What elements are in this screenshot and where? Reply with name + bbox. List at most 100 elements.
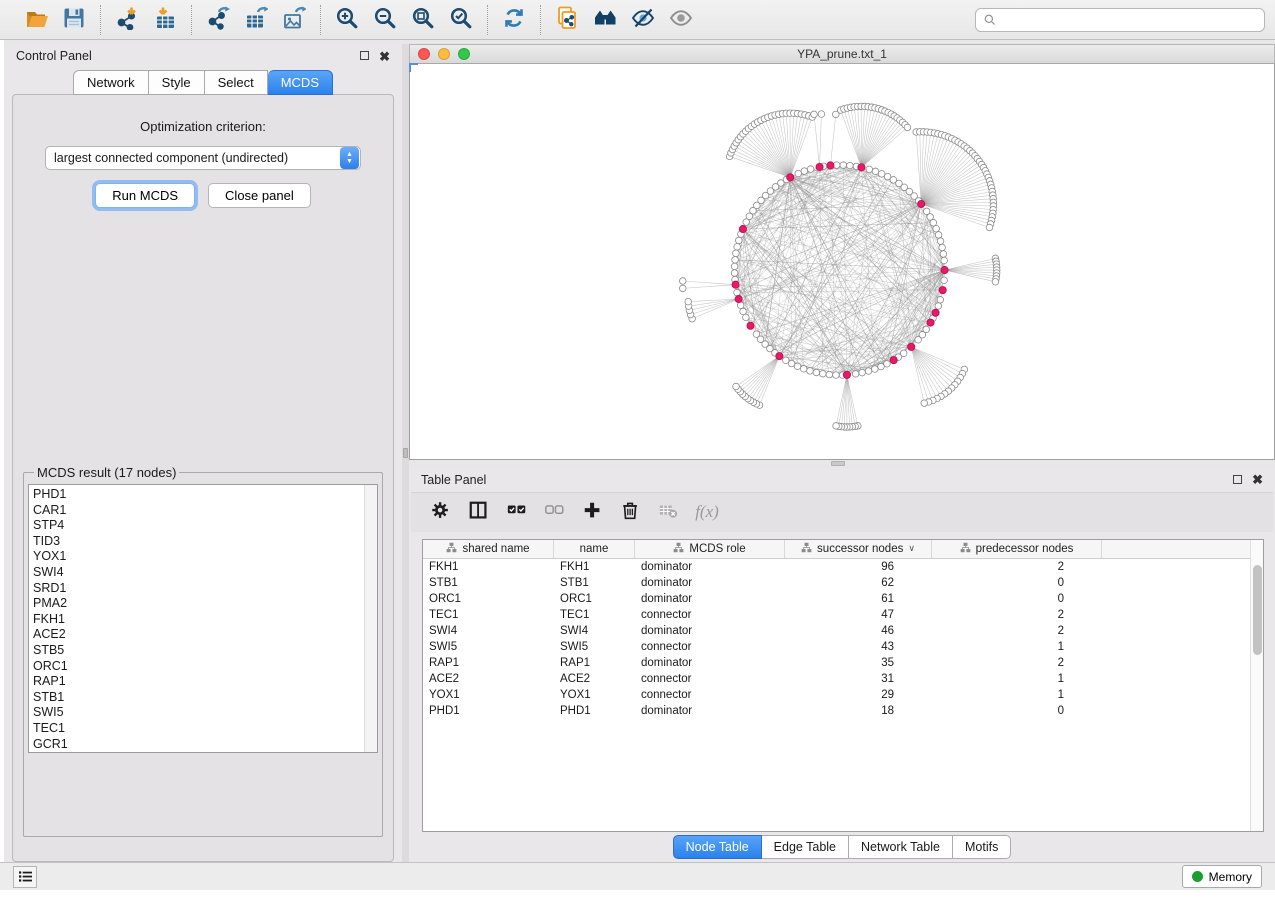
cell-predecessor-nodes[interactable]: 1 [932,689,1102,701]
cell-name[interactable]: STB1 [554,577,635,589]
import-network-button[interactable] [110,5,144,35]
cell-MCDS-role[interactable]: dominator [635,625,785,637]
network-node[interactable] [685,298,692,305]
zoom-fit-button[interactable] [406,5,440,35]
network-node[interactable] [811,111,818,118]
network-node[interactable] [872,168,879,175]
network-node[interactable] [941,277,948,284]
sort-menu-icon[interactable]: ∨ [908,543,915,554]
tab-edge-table[interactable]: Edge Table [762,835,849,859]
mcds-hub-node[interactable] [858,164,865,171]
vertical-splitter[interactable] [402,44,409,862]
network-node[interactable] [915,337,922,344]
network-node[interactable] [833,423,840,430]
mcds-result-list[interactable]: PHD1CAR1STP4TID3YOX1SWI4SRD1PMA2FKH1ACE2… [28,484,378,753]
network-node[interactable] [930,219,937,226]
network-node[interactable] [733,383,740,390]
mcds-result-item[interactable]: SWI5 [33,705,364,721]
tab-node-table[interactable]: Node Table [673,835,762,859]
cell-MCDS-role[interactable]: dominator [635,561,785,573]
network-node[interactable] [884,361,891,368]
table-row[interactable]: ORC1ORC1dominator610 [423,591,1250,607]
cell-name[interactable]: SWI5 [554,641,635,653]
network-node[interactable] [801,168,808,175]
cell-successor-nodes[interactable]: 96 [785,561,932,573]
tab-select[interactable]: Select [205,70,268,95]
cell-predecessor-nodes[interactable]: 2 [932,609,1102,621]
cell-successor-nodes[interactable]: 46 [785,625,932,637]
close-panel-icon[interactable]: ✖ [1252,473,1263,486]
network-node[interactable] [872,366,879,373]
cell-predecessor-nodes[interactable]: 2 [932,625,1102,637]
network-node[interactable] [933,225,940,232]
cell-shared-name[interactable]: PHD1 [423,705,554,717]
float-panel-icon[interactable] [360,50,369,62]
network-node[interactable] [847,162,854,169]
network-node[interactable] [732,257,739,264]
cell-predecessor-nodes[interactable]: 0 [932,577,1102,589]
network-node[interactable] [818,111,825,118]
mcds-result-item[interactable]: PHD1 [33,487,364,503]
network-node[interactable] [921,400,928,407]
cell-name[interactable]: FKH1 [554,561,635,573]
table-row[interactable]: PHD1PHD1dominator180 [423,703,1250,719]
network-node[interactable] [679,285,686,292]
mcds-result-item[interactable]: GCR1 [33,737,364,753]
mcds-hub-node[interactable] [941,266,948,273]
network-node[interactable] [840,162,847,169]
export-image-button[interactable] [277,5,311,35]
cell-MCDS-role[interactable]: dominator [635,705,785,717]
network-node[interactable] [986,224,993,231]
zoom-selected-button[interactable] [444,5,478,35]
cell-MCDS-role[interactable]: connector [635,673,785,685]
network-node[interactable] [743,314,750,321]
network-node[interactable] [783,357,790,364]
cell-shared-name[interactable]: STB1 [423,577,554,589]
cell-predecessor-nodes[interactable]: 0 [932,705,1102,717]
clone-network-button[interactable] [550,5,584,35]
network-node[interactable] [852,371,859,378]
horizontal-splitter[interactable] [409,460,1275,468]
network-node[interactable] [878,363,885,370]
delete-column-button[interactable] [615,496,647,528]
cell-successor-nodes[interactable]: 31 [785,673,932,685]
table-row[interactable]: YOX1YOX1connector291 [423,687,1250,703]
mcds-result-item[interactable]: PMA2 [33,596,364,612]
scrollbar-thumb[interactable] [1253,565,1262,655]
mcds-result-item[interactable]: STB1 [33,690,364,706]
table-row[interactable]: TEC1TEC1connector472 [423,607,1250,623]
network-node[interactable] [734,244,741,251]
column-header-MCDS-role[interactable]: MCDS role [635,540,785,558]
tab-motifs[interactable]: Motifs [953,835,1011,859]
cell-name[interactable]: TEC1 [554,609,635,621]
cell-MCDS-role[interactable]: dominator [635,657,785,669]
cell-MCDS-role[interactable]: connector [635,609,785,621]
tab-style[interactable]: Style [149,70,205,95]
table-settings-button[interactable] [425,496,457,528]
network-node[interactable] [859,369,866,376]
cell-MCDS-role[interactable]: dominator [635,593,785,605]
mcds-result-item[interactable]: ACE2 [33,627,364,643]
mcds-result-item[interactable]: YOX1 [33,549,364,565]
import-table-button[interactable] [148,5,182,35]
splitter-handle[interactable] [831,461,845,466]
mcds-hub-node[interactable] [932,309,939,316]
cell-shared-name[interactable]: ACE2 [423,673,554,685]
table-row[interactable]: ACE2ACE2connector311 [423,671,1250,687]
network-graph[interactable] [410,64,1274,459]
network-node[interactable] [865,368,872,375]
splitter-handle[interactable] [403,448,408,458]
network-node[interactable] [935,232,942,239]
network-node[interactable] [992,279,999,286]
cell-shared-name[interactable]: ORC1 [423,593,554,605]
first-neighbors-button[interactable] [588,5,622,35]
cell-successor-nodes[interactable]: 29 [785,689,932,701]
select-all-button[interactable] [501,496,533,528]
mcds-result-item[interactable]: SWI4 [33,565,364,581]
search-box[interactable] [975,8,1265,32]
cell-name[interactable]: RAP1 [554,657,635,669]
column-header-predecessor-nodes[interactable]: predecessor nodes [932,540,1102,558]
mcds-hub-node[interactable] [827,162,834,169]
mcds-result-item[interactable]: STB5 [33,643,364,659]
mcds-hub-node[interactable] [776,353,783,360]
